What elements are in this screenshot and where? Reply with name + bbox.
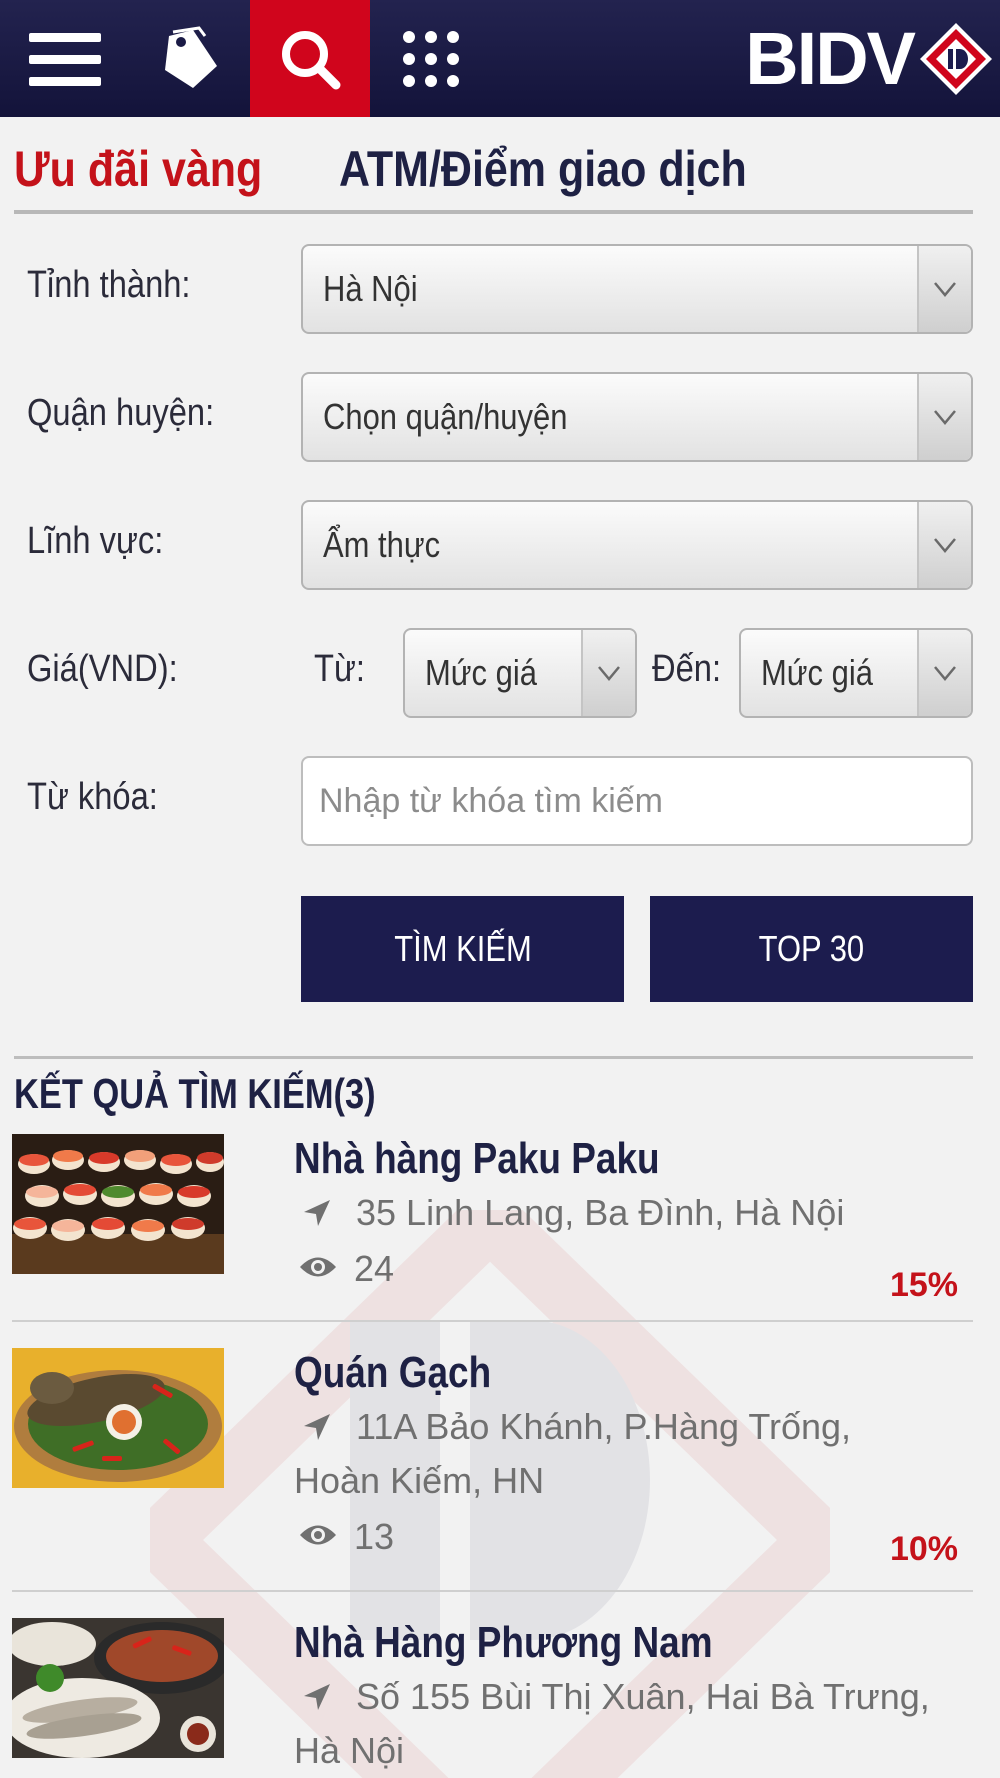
keyword-field [301,756,973,846]
result-separator [12,1320,973,1322]
result-views: 13 [354,1516,395,1557]
sushi-photo[interactable] [12,1134,224,1274]
price-to-label: Đến: [652,648,722,690]
result-separator [12,1590,973,1592]
offers-button[interactable] [130,0,250,117]
views-eye-icon [300,1257,336,1277]
chevron-down-icon [917,630,971,716]
province-row: Tỉnh thành: Hà Nội [0,244,1000,334]
search-button[interactable]: TÌM KIẾM [301,896,624,1002]
keyword-input[interactable] [303,758,971,844]
search-button-label: TÌM KIẾM [393,928,532,969]
district-value: Chọn quận/huyện [323,396,568,437]
chevron-down-icon [917,246,971,332]
result-discount: 15% [889,1266,958,1304]
top-30-button[interactable]: TOP 30 [650,896,973,1002]
tab-gold-offers[interactable]: Ưu đãi vàng [14,140,262,198]
apps-button[interactable] [370,0,492,117]
result-name[interactable]: Quán Gạch [294,1348,491,1398]
category-value: Ẩm thực [323,524,441,565]
province-select[interactable]: Hà Nội [301,244,973,334]
chevron-down-icon [581,630,635,716]
top-nav-bar: BIDV [0,0,1000,117]
price-tag-icon [165,25,217,88]
top-30-button-label: TOP 30 [758,928,865,969]
logo-text: BIDV [745,17,916,100]
price-to-select[interactable]: Mức giá [739,628,973,718]
menu-button[interactable] [0,0,130,117]
tab-atm-locations[interactable]: ATM/Điểm giao dịch [339,140,747,198]
search-nav-button[interactable] [250,0,370,117]
result-address: 11A Bảo Khánh, P.Hàng Trống, Hoàn Kiếm, … [294,1406,852,1501]
category-label: Lĩnh vực: [27,520,164,562]
district-row: Quận huyện: Chọn quận/huyện [0,372,1000,462]
price-from-select[interactable]: Mức giá [403,628,637,718]
chevron-down-icon [917,374,971,460]
results-divider [14,1056,973,1059]
price-row: Giá(VND): Từ: Mức giá Đến: Mức giá [0,628,1000,718]
keyword-label: Từ khóa: [27,776,158,818]
price-to-value: Mức giá [761,652,873,693]
grid-apps-icon [403,30,459,87]
hamburger-menu-icon [29,32,101,86]
result-discount: 10% [889,1530,958,1568]
result-address: Số 155 Bùi Thị Xuân, Hai Bà Trưng, Hà Nộ… [294,1676,930,1771]
grilled-fish-photo[interactable] [12,1348,224,1488]
bidv-logo: BIDV [730,0,1000,117]
district-label: Quận huyện: [27,392,215,434]
results-title: KẾT QUẢ TÌM KIẾM(3) [14,1070,376,1117]
result-item[interactable]: Nhà hàng Paku Paku 35 Linh Lang, Ba Đình… [0,1130,1000,1320]
district-select[interactable]: Chọn quận/huyện [301,372,973,462]
price-label: Giá(VND): [27,648,178,690]
category-tabs: Ưu đãi vàng ATM/Điểm giao dịch [14,130,973,214]
views-eye-icon [300,1525,336,1545]
result-views: 24 [354,1248,395,1289]
result-name[interactable]: Nhà Hàng Phương Nam [294,1618,713,1668]
keyword-row: Từ khóa: [0,756,1000,846]
price-from-label: Từ: [314,648,365,690]
chevron-down-icon [917,502,971,588]
province-value: Hà Nội [323,268,418,309]
category-row: Lĩnh vực: Ẩm thực [0,500,1000,590]
search-icon [282,30,341,89]
result-name[interactable]: Nhà hàng Paku Paku [294,1134,660,1184]
result-item[interactable]: Nhà Hàng Phương Nam Số 155 Bùi Thị Xuân,… [0,1614,1000,1778]
category-select[interactable]: Ẩm thực [301,500,973,590]
bidv-diamond-logo-icon [920,22,992,95]
result-item[interactable]: Quán Gạch 11A Bảo Khánh, P.Hàng Trống, H… [0,1344,1000,1584]
result-address: 35 Linh Lang, Ba Đình, Hà Nội [356,1192,845,1233]
fish-hotpot-photo[interactable] [12,1618,224,1758]
price-from-value: Mức giá [425,652,537,693]
province-label: Tỉnh thành: [27,264,191,306]
